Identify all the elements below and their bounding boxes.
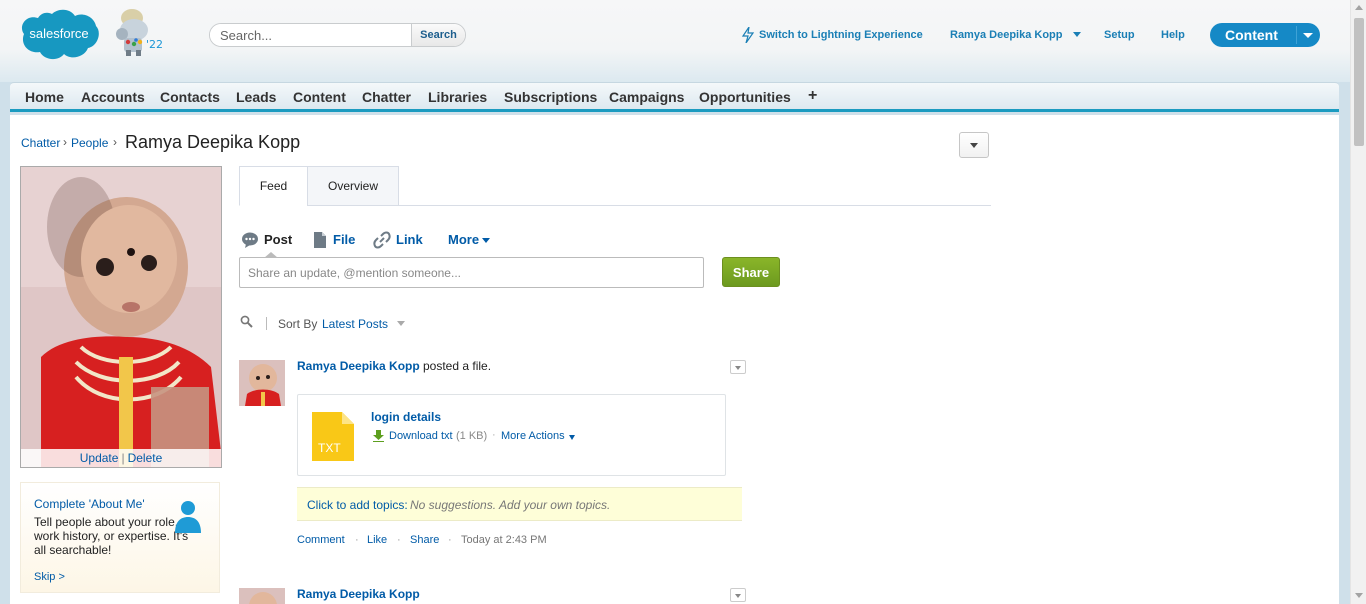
tab-chatter[interactable]: Chatter bbox=[362, 89, 411, 105]
tab-content[interactable]: Content bbox=[293, 89, 346, 105]
add-topics-link[interactable]: Click to add topics: bbox=[307, 498, 408, 512]
update-photo-link[interactable]: Update bbox=[80, 451, 119, 465]
divider bbox=[266, 317, 267, 330]
photo-actions: Update | Delete bbox=[21, 449, 221, 467]
avatar[interactable] bbox=[239, 588, 285, 604]
chevron-down-icon[interactable] bbox=[1073, 32, 1081, 37]
chevron-down-icon[interactable] bbox=[1303, 33, 1313, 38]
chevron-down-icon[interactable] bbox=[397, 321, 405, 326]
feed-author-link[interactable]: Ramya Deepika Kopp bbox=[297, 359, 420, 373]
publisher-file-tab[interactable]: File bbox=[333, 232, 355, 247]
file-attachment-card: TXT login details Download txt (1 KB) · … bbox=[297, 394, 726, 476]
avatar[interactable] bbox=[239, 360, 285, 406]
search-button[interactable]: Search bbox=[411, 24, 465, 46]
post-timestamp: Today at 2:43 PM bbox=[461, 534, 547, 546]
file-size: (1 KB) bbox=[456, 430, 488, 442]
breadcrumb-separator: › bbox=[63, 135, 67, 149]
separator-dot: · bbox=[397, 534, 401, 546]
sort-order-dropdown[interactable]: Latest Posts bbox=[322, 317, 388, 331]
global-search: Search bbox=[209, 23, 466, 47]
setup-link[interactable]: Setup bbox=[1104, 29, 1135, 41]
lightning-bolt-icon bbox=[741, 27, 755, 43]
tab-home[interactable]: Home bbox=[25, 89, 64, 105]
add-tab-icon[interactable]: + bbox=[808, 87, 817, 105]
switch-lightning-link[interactable]: Switch to Lightning Experience bbox=[759, 29, 923, 41]
publisher-more-menu[interactable]: More bbox=[448, 232, 479, 247]
tab-libraries[interactable]: Libraries bbox=[428, 89, 487, 105]
profile-actions-menu-button[interactable] bbox=[959, 132, 989, 158]
breadcrumb-separator: › bbox=[113, 135, 117, 149]
avatar-image bbox=[239, 588, 285, 604]
tab-overview[interactable]: Overview bbox=[307, 166, 399, 206]
delete-photo-link[interactable]: Delete bbox=[128, 451, 163, 465]
salesforce-logo[interactable]: salesforce bbox=[18, 8, 100, 62]
topics-bar: Click to add topics: No suggestions. Add… bbox=[297, 487, 742, 521]
page-title: Ramya Deepika Kopp bbox=[125, 132, 301, 152]
feed-author-link[interactable]: Ramya Deepika Kopp bbox=[297, 587, 420, 601]
chevron-down-icon bbox=[735, 366, 741, 370]
download-icon[interactable] bbox=[373, 430, 384, 442]
tab-opportunities[interactable]: Opportunities bbox=[699, 89, 791, 105]
chevron-down-icon[interactable] bbox=[482, 238, 490, 243]
search-input[interactable] bbox=[210, 24, 412, 46]
sort-by-label: Sort By bbox=[278, 317, 318, 331]
feed-item-menu-button[interactable] bbox=[730, 360, 746, 374]
txt-file-icon[interactable]: TXT bbox=[312, 412, 354, 461]
separator-dot: · bbox=[448, 534, 452, 546]
avatar-image bbox=[239, 360, 285, 406]
tab-feed[interactable]: Feed bbox=[239, 166, 308, 206]
logo-text: salesforce bbox=[29, 26, 88, 41]
feed-item-menu-button[interactable] bbox=[730, 588, 746, 602]
separator: | bbox=[121, 451, 125, 465]
tab-campaigns[interactable]: Campaigns bbox=[609, 89, 684, 105]
more-actions-link[interactable]: More Actions bbox=[501, 430, 565, 442]
scroll-down-icon[interactable] bbox=[1355, 593, 1363, 598]
post-bubble-icon[interactable] bbox=[241, 231, 259, 249]
person-icon bbox=[175, 501, 201, 533]
breadcrumb-chatter[interactable]: Chatter bbox=[21, 136, 60, 150]
tab-accounts[interactable]: Accounts bbox=[81, 89, 145, 105]
tab-subscriptions[interactable]: Subscriptions bbox=[504, 89, 597, 105]
chevron-down-icon bbox=[970, 143, 978, 148]
app-name: Content bbox=[1225, 27, 1278, 43]
main-tab-bar: Home Accounts Contacts Leads Content Cha… bbox=[10, 82, 1339, 112]
chevron-down-icon[interactable] bbox=[569, 435, 575, 440]
page-scrollbar[interactable] bbox=[1350, 0, 1366, 604]
share-update-input[interactable] bbox=[239, 257, 704, 288]
download-link[interactable]: Download txt bbox=[389, 430, 453, 442]
complete-about-me-link[interactable]: Complete 'About Me' bbox=[34, 497, 145, 511]
like-link[interactable]: Like bbox=[367, 534, 387, 546]
publisher-link-tab[interactable]: Link bbox=[396, 232, 423, 247]
tab-contacts[interactable]: Contacts bbox=[160, 89, 220, 105]
file-name-link[interactable]: login details bbox=[371, 410, 441, 424]
comment-link[interactable]: Comment bbox=[297, 534, 345, 546]
help-link[interactable]: Help bbox=[1161, 29, 1185, 41]
tab-leads[interactable]: Leads bbox=[236, 89, 276, 105]
topics-hint: No suggestions. Add your own topics. bbox=[410, 498, 611, 512]
scroll-up-icon[interactable] bbox=[1355, 5, 1363, 10]
share-link[interactable]: Share bbox=[410, 534, 439, 546]
about-me-card: Complete 'About Me' Tell people about yo… bbox=[20, 482, 220, 593]
skip-link[interactable]: Skip > bbox=[34, 571, 65, 583]
feed-action-text: posted a file. bbox=[423, 359, 492, 373]
file-icon[interactable] bbox=[311, 231, 329, 249]
global-header: salesforce '22 Search Switch to Lightnin… bbox=[0, 0, 1350, 82]
profile-photo: Update | Delete bbox=[20, 166, 222, 468]
file-type-label: TXT bbox=[318, 441, 341, 455]
share-button[interactable]: Share bbox=[722, 257, 780, 287]
breadcrumb-people[interactable]: People bbox=[71, 136, 108, 150]
separator-dot: · bbox=[492, 429, 496, 441]
divider bbox=[1296, 26, 1297, 44]
scrollbar-thumb[interactable] bbox=[1354, 18, 1364, 146]
app-switcher-button[interactable]: Content bbox=[1210, 23, 1320, 47]
publisher-post-tab[interactable]: Post bbox=[264, 232, 292, 247]
about-me-description: Tell people about your role, work histor… bbox=[34, 515, 189, 557]
chevron-down-icon bbox=[735, 594, 741, 598]
baby-photo-image bbox=[21, 167, 221, 467]
search-icon[interactable] bbox=[240, 315, 253, 328]
user-menu-link[interactable]: Ramya Deepika Kopp bbox=[950, 29, 1062, 41]
mascot-year-label: '22 bbox=[146, 38, 164, 51]
separator-dot: · bbox=[355, 534, 359, 546]
link-chain-icon[interactable] bbox=[373, 231, 391, 249]
